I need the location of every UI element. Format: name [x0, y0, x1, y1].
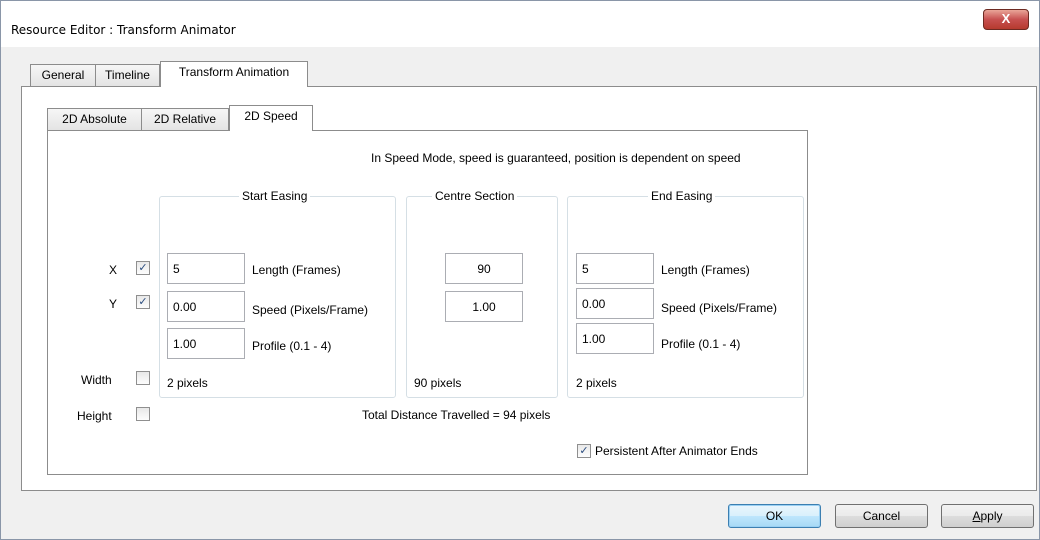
start-easing-title: Start Easing — [239, 189, 311, 203]
centre-length-input[interactable]: 90 — [445, 253, 523, 284]
end-profile-label: Profile (0.1 - 4) — [661, 337, 741, 351]
start-speed-label: Speed (Pixels/Frame) — [252, 303, 369, 317]
x-checkbox[interactable]: ✓ — [136, 261, 150, 275]
y-label: Y — [109, 297, 118, 311]
title-bar: Resource Editor : Transform Animator X — [1, 1, 1039, 47]
end-profile-input[interactable]: 1.00 — [576, 323, 654, 354]
speed-mode-info: In Speed Mode, speed is guaranteed, posi… — [371, 151, 741, 165]
x-check-mark: ✓ — [138, 261, 148, 274]
end-speed-input[interactable]: 0.00 — [576, 288, 654, 319]
tab-general-label: General — [41, 68, 85, 82]
start-speed-input[interactable]: 0.00 — [167, 291, 245, 322]
start-length-label: Length (Frames) — [252, 263, 341, 277]
close-button[interactable]: X — [983, 9, 1029, 30]
centre-distance: 90 pixels — [414, 376, 462, 390]
tab-2d-relative[interactable]: 2D Relative — [141, 108, 229, 131]
end-easing-title: End Easing — [648, 189, 716, 203]
tab-2d-absolute-label: 2D Absolute — [62, 112, 127, 126]
tab-timeline-label: Timeline — [105, 68, 150, 82]
persistent-check-mark: ✓ — [579, 444, 589, 457]
start-profile-label: Profile (0.1 - 4) — [252, 339, 332, 353]
centre-section-title: Centre Section — [432, 189, 518, 203]
persistent-checkbox[interactable]: ✓ — [577, 444, 591, 458]
width-checkbox[interactable] — [136, 371, 150, 385]
close-icon: X — [1001, 11, 1011, 26]
transform-animator-dialog: Resource Editor : Transform Animator X G… — [0, 0, 1040, 540]
tab-general[interactable]: General — [30, 64, 96, 87]
height-label: Height — [77, 409, 112, 423]
apply-label: Apply — [972, 509, 1003, 523]
start-distance: 2 pixels — [167, 376, 208, 390]
tab-2d-speed[interactable]: 2D Speed — [229, 105, 313, 131]
height-checkbox[interactable] — [136, 407, 150, 421]
start-length-input[interactable]: 5 — [167, 253, 245, 284]
tab-2d-relative-label: 2D Relative — [153, 112, 217, 126]
tab-transform-animation-label: Transform Animation — [178, 65, 290, 79]
end-length-input[interactable]: 5 — [576, 253, 654, 284]
end-speed-label: Speed (Pixels/Frame) — [661, 301, 778, 315]
centre-speed-input[interactable]: 1.00 — [445, 291, 523, 322]
start-profile-input[interactable]: 1.00 — [167, 328, 245, 359]
y-check-mark: ✓ — [138, 295, 148, 308]
tab-transform-animation[interactable]: Transform Animation — [160, 61, 308, 87]
window-title: Resource Editor : Transform Animator — [11, 23, 236, 37]
tab-timeline[interactable]: Timeline — [95, 64, 160, 87]
ok-button[interactable]: OK — [728, 504, 821, 528]
width-label: Width — [81, 373, 112, 387]
end-length-label: Length (Frames) — [661, 263, 750, 277]
cancel-label: Cancel — [862, 509, 901, 523]
cancel-button[interactable]: Cancel — [835, 504, 928, 528]
total-distance: Total Distance Travelled = 94 pixels — [362, 408, 551, 422]
x-label: X — [109, 263, 118, 277]
apply-button[interactable]: Apply — [941, 504, 1034, 528]
tab-2d-absolute[interactable]: 2D Absolute — [47, 108, 142, 131]
persistent-label[interactable]: Persistent After Animator Ends — [595, 444, 758, 458]
y-checkbox[interactable]: ✓ — [136, 295, 150, 309]
end-distance: 2 pixels — [576, 376, 617, 390]
ok-label: OK — [765, 509, 784, 523]
tab-2d-speed-label: 2D Speed — [244, 109, 298, 123]
